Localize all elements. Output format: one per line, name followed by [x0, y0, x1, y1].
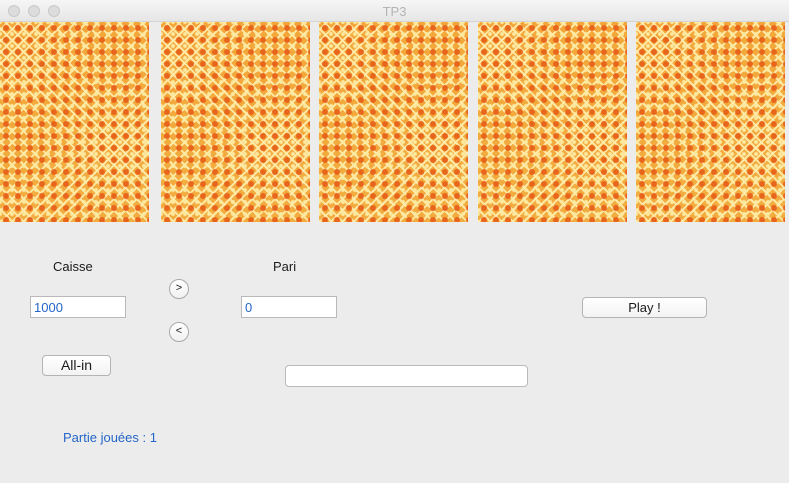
decrease-bet-button[interactable]: <	[169, 322, 189, 342]
title-bar: TP3	[0, 0, 789, 22]
caisse-label: Caisse	[53, 259, 93, 274]
card-slot-5[interactable]	[636, 22, 785, 222]
games-played-counter: Partie jouées : 1	[63, 430, 157, 445]
increase-bet-button[interactable]: >	[169, 279, 189, 299]
play-button[interactable]: Play !	[582, 297, 707, 318]
all-in-button[interactable]: All-in	[42, 355, 111, 376]
message-field[interactable]	[285, 365, 528, 387]
caisse-field[interactable]	[30, 296, 126, 318]
app-window: TP3 Caisse > < Pari Play ! All-in Partie…	[0, 0, 789, 483]
pari-label: Pari	[273, 259, 297, 274]
card-slot-4[interactable]	[478, 22, 627, 222]
card-slot-3[interactable]	[319, 22, 468, 222]
pari-field[interactable]	[241, 296, 337, 318]
window-title: TP3	[382, 4, 407, 19]
card-slot-1[interactable]	[0, 22, 149, 222]
card-slot-2[interactable]	[161, 22, 310, 222]
